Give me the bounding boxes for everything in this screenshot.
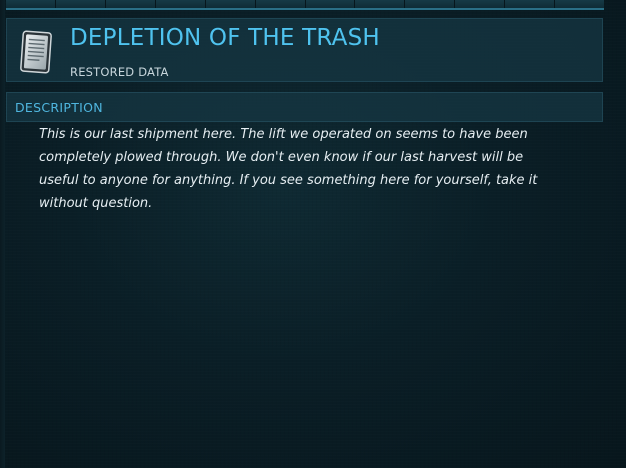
description-line: without question. [39,196,153,211]
tab-strip-segment [455,0,506,8]
tab-strip-segment [255,0,306,8]
entry-title: DEPLETION OF THE TRASH [70,25,380,51]
tab-strip-segment [6,0,56,8]
tab-strip-segment [505,0,556,8]
tab-strip-segment [355,0,406,8]
tab-strip-segment [405,0,456,8]
entry-subtitle: RESTORED DATA [70,65,169,79]
entry-header: DEPLETION OF THE TRASH RESTORED DATA [6,18,603,82]
datapad-icon [20,30,52,74]
description-line: This is our last shipment here. The lift… [39,127,528,142]
description-section-header: DESCRIPTION [6,92,603,122]
tab-strip-segment [105,0,156,8]
tab-strip-segment [205,0,256,8]
description-text: This is our last shipment here. The lift… [39,123,579,215]
description-line: completely plowed through. We don't even… [39,150,524,165]
tab-strip-segment [155,0,206,8]
description-line: useful to anyone for anything. If you se… [39,173,538,188]
top-tab-strip [6,0,605,10]
tab-strip-segment [555,0,605,8]
left-frame-edge [0,0,5,468]
tab-strip-segment [55,0,106,8]
tab-strip-segment [305,0,356,8]
section-label: DESCRIPTION [15,100,103,115]
